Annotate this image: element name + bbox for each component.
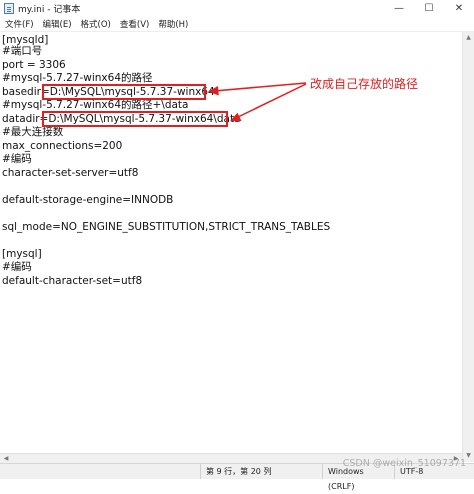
text-line: sql_mode=NO_ENGINE_SUBSTITUTION,STRICT_T…	[2, 221, 331, 233]
menu-bar: 文件(F) 编辑(E) 格式(O) 查看(V) 帮助(H)	[0, 17, 474, 32]
annotation-text: 改成自己存放的路径	[310, 77, 419, 91]
text-line: character-set-server=utf8	[2, 167, 139, 179]
watermark: CSDN @weixin_51097371	[342, 458, 466, 469]
menu-help[interactable]: 帮助(H)	[154, 18, 192, 30]
text-line: default-character-set=utf8	[2, 275, 143, 287]
vertical-scrollbar[interactable]: ▲ ▼	[462, 32, 474, 462]
minimize-button[interactable]: —	[384, 0, 414, 17]
annotation-arrows	[208, 82, 307, 121]
window-title: my.ini - 记事本	[18, 5, 81, 15]
text-line: default-storage-engine=INNODB	[2, 194, 174, 206]
title-bar: my.ini - 记事本 — ☐ ✕	[0, 0, 474, 17]
menu-format[interactable]: 格式(O)	[77, 18, 115, 30]
menu-view[interactable]: 查看(V)	[116, 18, 153, 30]
menu-file[interactable]: 文件(F)	[1, 18, 38, 30]
scroll-up-arrow-icon[interactable]: ▲	[463, 32, 474, 44]
menu-edit[interactable]: 编辑(E)	[39, 18, 76, 30]
scroll-left-arrow-icon[interactable]: ◀	[0, 454, 12, 463]
notepad-icon	[4, 3, 14, 14]
basedir-highlight	[42, 84, 206, 100]
cursor-position: 第 9 行，第 20 列	[200, 464, 282, 479]
close-button[interactable]: ✕	[444, 0, 474, 17]
maximize-button[interactable]: ☐	[414, 0, 444, 17]
